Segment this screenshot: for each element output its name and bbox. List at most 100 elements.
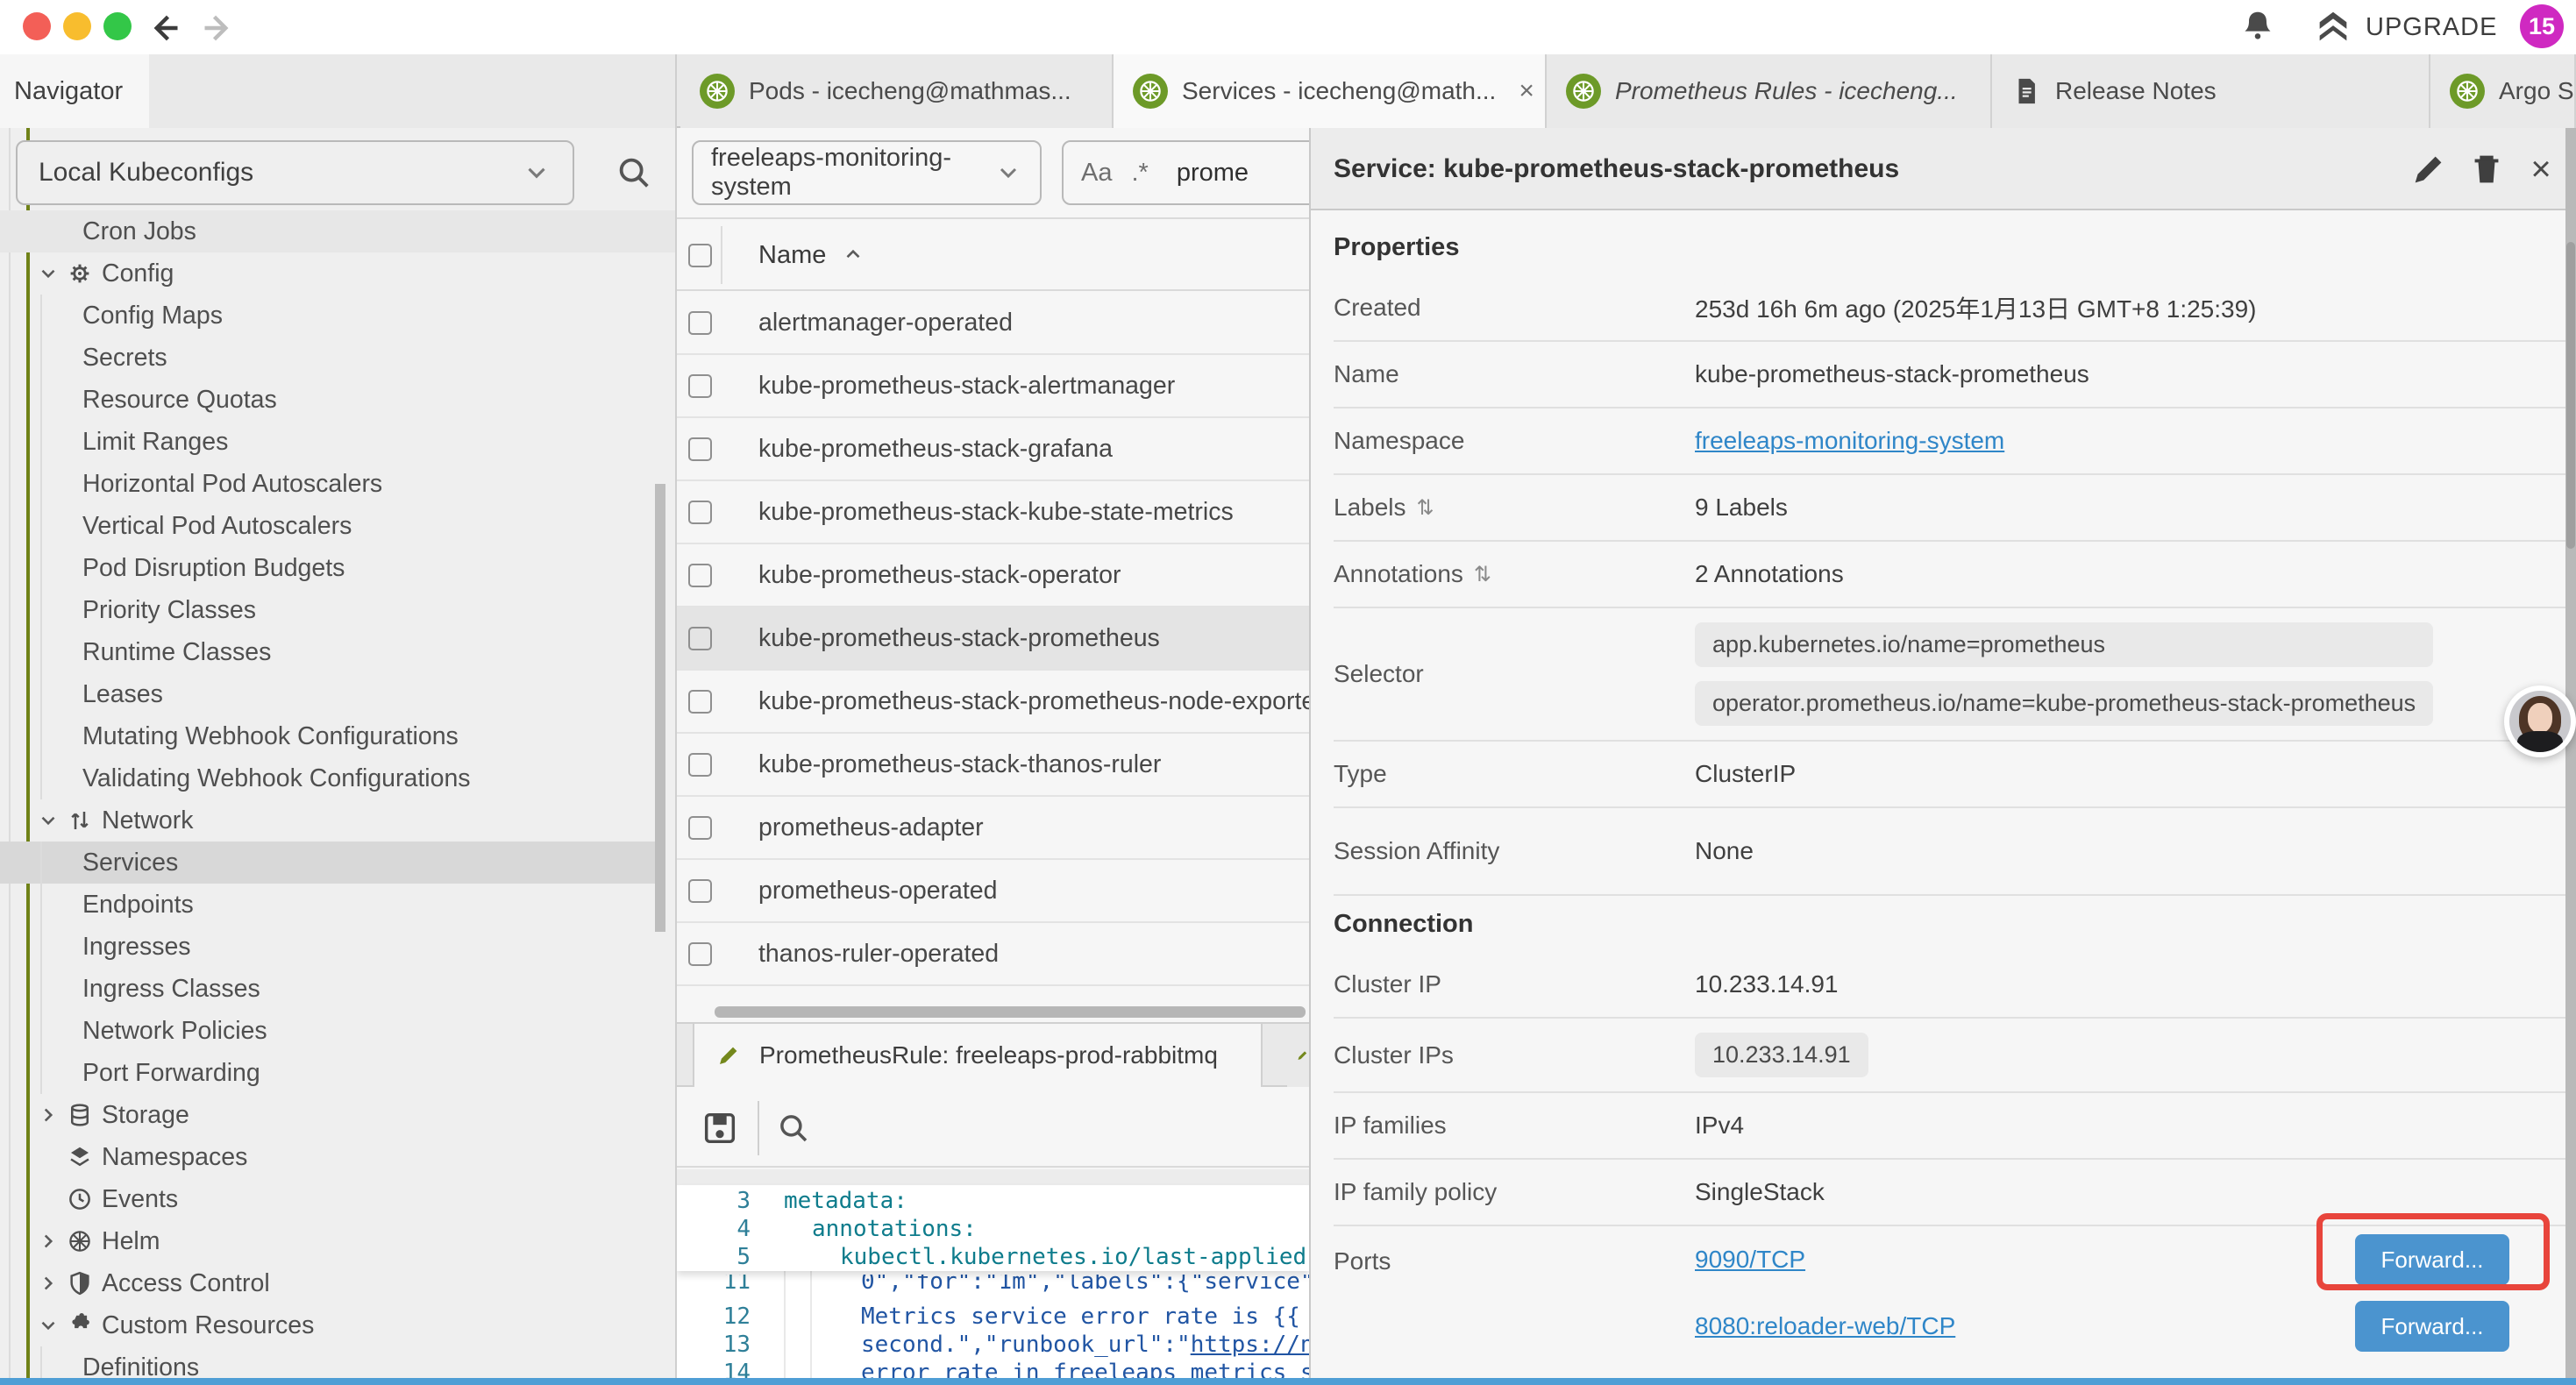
sidebar-item-access-control[interactable]: Access Control	[0, 1262, 677, 1304]
sidebar-item-events[interactable]: Events	[0, 1178, 677, 1220]
sidebar-item-priority-classes[interactable]: Priority Classes	[0, 589, 677, 631]
chevron-right-icon[interactable]	[37, 1230, 60, 1253]
notifications-bell-icon[interactable]	[2238, 7, 2278, 47]
forward-icon[interactable]	[200, 9, 238, 47]
table-row-kube-prometheus-stack-alertm[interactable]: kube-prometheus-stack-alertmanager	[677, 355, 1309, 418]
sidebar-item-helm[interactable]: Helm	[0, 1220, 677, 1262]
editor-tab-prometheusrule[interactable]: PrometheusRule: freeleaps-prod-rabbitmq	[693, 1024, 1263, 1087]
sidebar-item-namespaces[interactable]: Namespaces	[0, 1136, 677, 1178]
kubeconfig-selector[interactable]: Local Kubeconfigs	[16, 140, 574, 205]
sidebar-item-horizontal-pod-autoscalers[interactable]: Horizontal Pod Autoscalers	[0, 463, 677, 505]
forward-button[interactable]: Forward...	[2355, 1234, 2509, 1285]
row-checkbox[interactable]	[688, 627, 712, 650]
sidebar-item-cron-jobs[interactable]: Cron Jobs	[0, 210, 677, 252]
sidebar-item-ingress-classes[interactable]: Ingress Classes	[0, 968, 677, 1010]
details-scrollbar-track[interactable]	[2565, 128, 2576, 1378]
row-checkbox[interactable]	[688, 942, 712, 966]
notification-count-badge[interactable]: 15	[2520, 4, 2564, 48]
chevron-right-icon[interactable]	[37, 1104, 60, 1126]
resource-search-input[interactable]: Aa .* prome	[1062, 140, 1309, 205]
table-horizontal-scrollbar[interactable]	[715, 1006, 1306, 1018]
row-checkbox[interactable]	[688, 879, 712, 903]
tab-argo-se[interactable]: Argo Se	[2430, 54, 2576, 128]
forward-button[interactable]: Forward...	[2355, 1301, 2509, 1352]
delete-icon[interactable]	[2466, 149, 2507, 189]
close-tab-icon[interactable]: ×	[1519, 76, 1534, 106]
row-checkbox[interactable]	[688, 753, 712, 777]
assistant-avatar[interactable]	[2504, 685, 2576, 757]
sidebar-item-config-maps[interactable]: Config Maps	[0, 295, 677, 337]
chevron-right-icon[interactable]	[37, 1272, 60, 1295]
table-row-kube-prometheus-stack-promet[interactable]: kube-prometheus-stack-prometheus	[677, 607, 1309, 671]
navigator-panel-tab[interactable]: Navigator	[0, 54, 149, 128]
table-row-kube-prometheus-stack-promet[interactable]: kube-prometheus-stack-prometheus-node-ex…	[677, 671, 1309, 734]
table-row-prometheus-operated[interactable]: prometheus-operated	[677, 860, 1309, 923]
sidebar-item-resource-quotas[interactable]: Resource Quotas	[0, 379, 677, 421]
sort-toggle-icon[interactable]: ⇅	[1417, 495, 1434, 521]
sidebar-item-secrets[interactable]: Secrets	[0, 337, 677, 379]
sidebar-item-definitions[interactable]: Definitions	[0, 1346, 677, 1378]
table-row-kube-prometheus-stack-kube-s[interactable]: kube-prometheus-stack-kube-state-metrics	[677, 481, 1309, 544]
row-checkbox[interactable]	[688, 564, 712, 587]
port-link[interactable]: 9090/TCP	[1695, 1246, 1805, 1274]
maximize-window-button[interactable]	[103, 12, 132, 40]
row-checkbox[interactable]	[688, 690, 712, 714]
table-row-prometheus-adapter[interactable]: prometheus-adapter	[677, 797, 1309, 860]
sidebar-item-custom-resources[interactable]: Custom Resources	[0, 1304, 677, 1346]
close-window-button[interactable]	[23, 12, 51, 40]
runbook-url-link[interactable]: https://net	[1191, 1332, 1309, 1358]
chevron-down-icon[interactable]	[37, 809, 60, 832]
sidebar-item-services[interactable]: Services	[0, 842, 656, 884]
namespace-link[interactable]: freeleaps-monitoring-system	[1695, 427, 2004, 455]
row-checkbox[interactable]	[688, 437, 712, 461]
close-icon[interactable]: ×	[2521, 149, 2561, 189]
select-all-checkbox[interactable]	[688, 244, 712, 267]
back-icon[interactable]	[144, 9, 182, 47]
table-row-thanos-ruler-operated[interactable]: thanos-ruler-operated	[677, 923, 1309, 986]
port-link[interactable]: 8080:reloader-web/TCP	[1695, 1312, 1955, 1340]
sidebar-item-config[interactable]: Config	[0, 252, 677, 295]
details-scrollbar-thumb[interactable]	[2566, 242, 2575, 549]
row-checkbox[interactable]	[688, 501, 712, 524]
sidebar-item-pod-disruption-budgets[interactable]: Pod Disruption Budgets	[0, 547, 677, 589]
sidebar-item-runtime-classes[interactable]: Runtime Classes	[0, 631, 677, 673]
upgrade-button[interactable]: UPGRADE	[2313, 7, 2497, 47]
sidebar-item-vertical-pod-autoscalers[interactable]: Vertical Pod Autoscalers	[0, 505, 677, 547]
sidebar-item-limit-ranges[interactable]: Limit Ranges	[0, 421, 677, 463]
editor-search-icon[interactable]	[775, 1110, 812, 1147]
tab-pods-icecheng-mathmas-[interactable]: Pods - icecheng@mathmas...	[680, 54, 1114, 128]
sidebar-item-storage[interactable]: Storage	[0, 1094, 677, 1136]
row-checkbox[interactable]	[688, 816, 712, 840]
minimize-window-button[interactable]	[63, 12, 91, 40]
save-icon[interactable]	[700, 1108, 740, 1148]
sort-toggle-icon[interactable]: ⇅	[1474, 562, 1491, 587]
chevron-down-icon[interactable]	[37, 262, 60, 285]
editor-tab-clipped[interactable]	[1287, 1024, 1309, 1087]
sidebar-item-port-forwarding[interactable]: Port Forwarding	[0, 1052, 677, 1094]
namespace-filter-dropdown[interactable]: freeleaps-monitoring-system	[692, 140, 1042, 205]
table-row-kube-prometheus-stack-grafan[interactable]: kube-prometheus-stack-grafana	[677, 418, 1309, 481]
chevron-down-icon[interactable]	[37, 1314, 60, 1337]
row-checkbox[interactable]	[688, 311, 712, 335]
row-checkbox[interactable]	[688, 374, 712, 398]
edit-icon[interactable]	[2409, 149, 2449, 189]
sidebar-item-ingresses[interactable]: Ingresses	[0, 926, 677, 968]
regex-toggle[interactable]: .*	[1131, 159, 1148, 188]
sidebar-item-network-policies[interactable]: Network Policies	[0, 1010, 677, 1052]
table-row-kube-prometheus-stack-operat[interactable]: kube-prometheus-stack-operator	[677, 544, 1309, 607]
match-case-toggle[interactable]: Aa	[1081, 159, 1112, 188]
sidebar-item-validating-webhook-configurations[interactable]: Validating Webhook Configurations	[0, 757, 677, 799]
sidebar-item-endpoints[interactable]: Endpoints	[0, 884, 677, 926]
tab-release-notes[interactable]: Release Notes	[1992, 54, 2430, 128]
sidebar-item-network[interactable]: Network	[0, 799, 677, 842]
table-row-kube-prometheus-stack-thanos[interactable]: kube-prometheus-stack-thanos-ruler	[677, 734, 1309, 797]
tab-services-icecheng-math-[interactable]: Services - icecheng@math...×	[1114, 54, 1547, 128]
name-column-header[interactable]: Name	[758, 219, 865, 291]
table-row-alertmanager-operated[interactable]: alertmanager-operated	[677, 292, 1309, 355]
sidebar-search-icon[interactable]	[614, 153, 654, 193]
tab-prometheus-rules-icechen[interactable]: Prometheus Rules - icecheng...	[1547, 54, 1992, 128]
yaml-editor[interactable]: 3metadata:4annotations:5kubectl.kubernet…	[677, 1185, 1309, 1378]
sidebar-item-mutating-webhook-configurations[interactable]: Mutating Webhook Configurations	[0, 715, 677, 757]
sidebar-scrollbar[interactable]	[655, 484, 665, 932]
sidebar-item-leases[interactable]: Leases	[0, 673, 677, 715]
